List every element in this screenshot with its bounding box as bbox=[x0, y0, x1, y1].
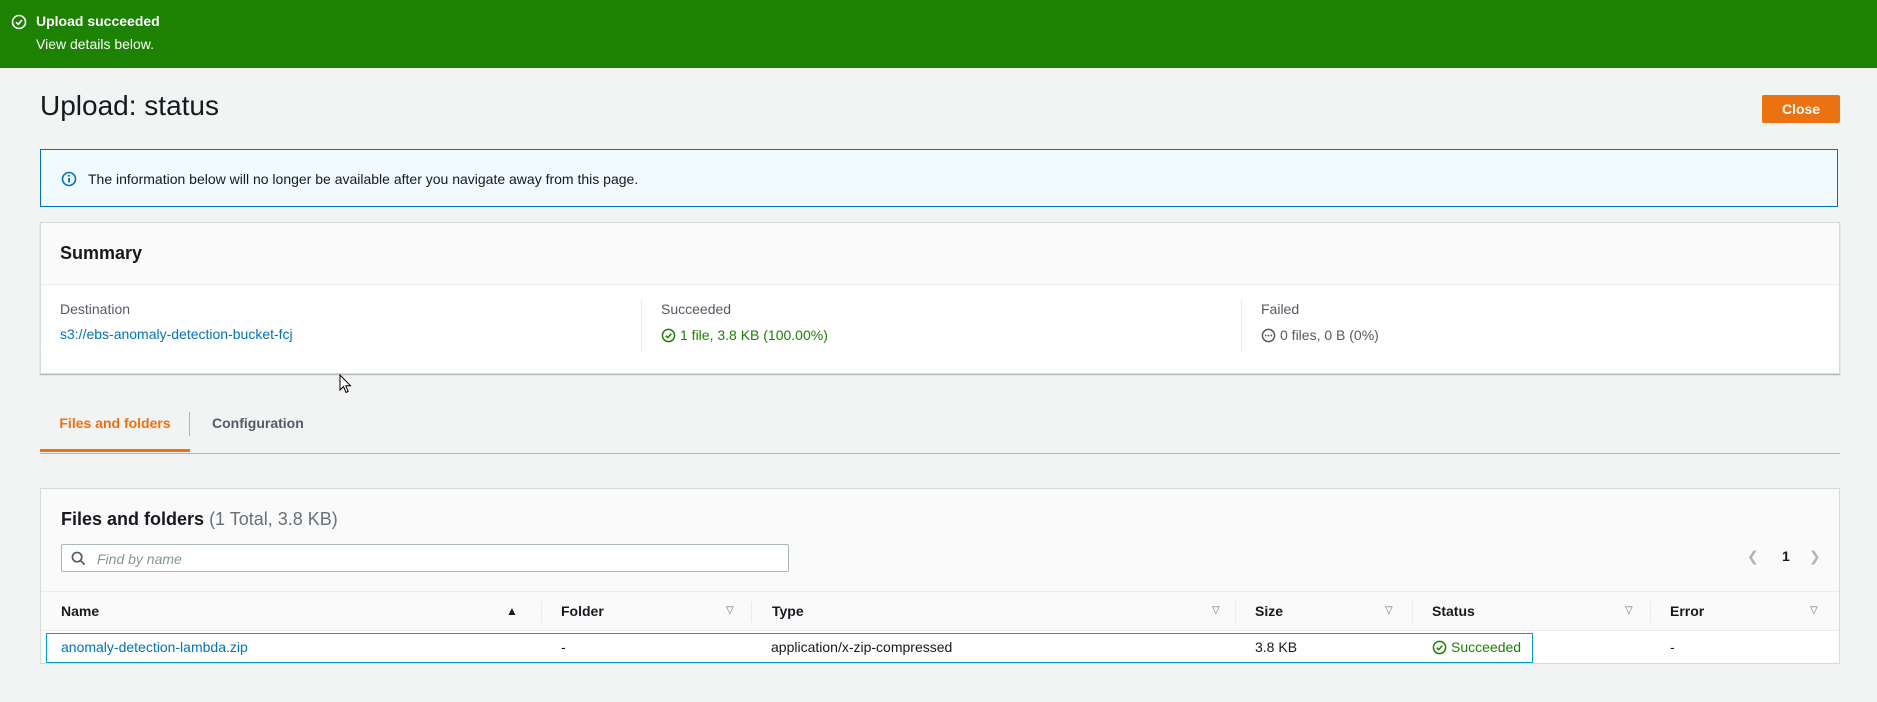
succeeded-label: Succeeded bbox=[661, 301, 732, 317]
summary-title: Summary bbox=[60, 243, 143, 263]
summary-failed: Failed 0 files, 0 B (0%) bbox=[1261, 301, 1379, 343]
files-panel: Files and folders (1 Total, 3.8 KB) ❮ 1 … bbox=[40, 488, 1840, 664]
info-icon bbox=[61, 171, 77, 187]
failed-value: 0 files, 0 B (0%) bbox=[1280, 327, 1379, 343]
page-number[interactable]: 1 bbox=[1782, 548, 1790, 564]
flash-subtitle: View details below. bbox=[36, 36, 155, 52]
info-alert: The information below will no longer be … bbox=[40, 149, 1838, 207]
sort-caret-icon: ▽ bbox=[1212, 605, 1220, 616]
sort-caret-icon: ▽ bbox=[1810, 605, 1818, 616]
sort-caret-icon: ▽ bbox=[1385, 605, 1393, 616]
summary-destination: Destination s3://ebs-anomaly-detection-b… bbox=[60, 301, 293, 342]
mouse-cursor-icon bbox=[339, 374, 352, 394]
summary-succeeded: Succeeded 1 file, 3.8 KB (100.00%) bbox=[661, 301, 828, 343]
chevron-right-icon[interactable]: ❯ bbox=[1809, 548, 1821, 565]
destination-link[interactable]: s3://ebs-anomaly-detection-bucket-fcj bbox=[60, 326, 293, 342]
success-check-icon bbox=[661, 328, 676, 343]
column-label: Name bbox=[61, 603, 100, 619]
files-header: Files and folders (1 Total, 3.8 KB) ❮ 1 … bbox=[41, 489, 1839, 591]
column-separator bbox=[1235, 602, 1236, 622]
column-label: Folder bbox=[561, 603, 604, 619]
tab-configuration[interactable]: Configuration bbox=[212, 402, 304, 452]
column-header-error[interactable]: Error ▽ bbox=[1670, 592, 1830, 630]
column-label: Type bbox=[772, 603, 804, 619]
column-separator bbox=[1650, 602, 1651, 622]
close-button[interactable]: Close bbox=[1762, 95, 1840, 123]
files-count: (1 Total, 3.8 KB) bbox=[209, 509, 338, 529]
sort-caret-icon: ▽ bbox=[726, 605, 734, 616]
table-header: Name ▲ Folder ▽ Type ▽ Size ▽ Status ▽ E… bbox=[41, 591, 1839, 631]
info-text: The information below will no longer be … bbox=[88, 171, 639, 187]
summary-divider bbox=[1241, 299, 1242, 353]
files-title: Files and folders (1 Total, 3.8 KB) bbox=[61, 509, 338, 530]
summary-panel: Summary Destination s3://ebs-anomaly-det… bbox=[40, 222, 1840, 374]
column-header-size[interactable]: Size ▽ bbox=[1255, 592, 1415, 630]
search-box bbox=[61, 544, 789, 572]
column-label: Status bbox=[1432, 603, 1475, 619]
file-error: - bbox=[1670, 639, 1675, 655]
column-separator bbox=[751, 602, 752, 622]
column-header-type[interactable]: Type ▽ bbox=[772, 592, 1252, 630]
pending-dots-icon bbox=[1261, 328, 1276, 343]
summary-divider bbox=[641, 299, 642, 353]
tab-files-and-folders[interactable]: Files and folders bbox=[40, 402, 190, 452]
tab-bar: Files and folders Configuration bbox=[40, 402, 1840, 454]
column-header-folder[interactable]: Folder ▽ bbox=[561, 592, 751, 630]
chevron-left-icon[interactable]: ❮ bbox=[1747, 548, 1759, 565]
success-circle-icon bbox=[11, 14, 27, 30]
failed-label: Failed bbox=[1261, 301, 1300, 317]
search-icon bbox=[71, 551, 86, 566]
column-separator bbox=[1412, 602, 1413, 622]
column-separator bbox=[541, 602, 542, 622]
column-header-name[interactable]: Name ▲ bbox=[61, 592, 521, 630]
summary-header: Summary bbox=[41, 223, 1839, 285]
succeeded-value: 1 file, 3.8 KB (100.00%) bbox=[680, 327, 828, 343]
search-input[interactable] bbox=[95, 548, 779, 570]
page-title: Upload: status bbox=[40, 90, 219, 121]
destination-label: Destination bbox=[60, 301, 131, 317]
failed-value-wrap: 0 files, 0 B (0%) bbox=[1261, 327, 1379, 343]
row-focus-outline bbox=[46, 633, 1533, 663]
succeeded-value-wrap: 1 file, 3.8 KB (100.00%) bbox=[661, 327, 828, 343]
column-label: Error bbox=[1670, 603, 1705, 619]
flash-title: Upload succeeded bbox=[36, 13, 160, 29]
sort-ascending-icon: ▲ bbox=[506, 604, 518, 618]
files-title-text: Files and folders bbox=[61, 509, 205, 529]
tab-separator bbox=[189, 412, 190, 436]
sort-caret-icon: ▽ bbox=[1625, 605, 1633, 616]
column-label: Size bbox=[1255, 603, 1284, 619]
success-flash-banner: Upload succeeded View details below. bbox=[0, 0, 1877, 68]
column-header-status[interactable]: Status ▽ bbox=[1432, 592, 1652, 630]
